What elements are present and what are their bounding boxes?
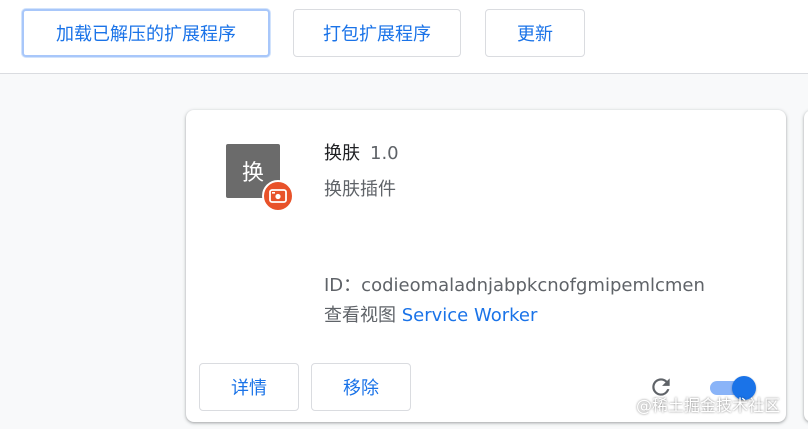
next-extension-card [804, 110, 808, 422]
inspect-views-label: 查看视图 [324, 305, 396, 326]
load-unpacked-button[interactable]: 加载已解压的扩展程序 [22, 9, 270, 57]
unpacked-badge-icon [262, 180, 294, 212]
developer-toolbar: 加载已解压的扩展程序 打包扩展程序 更新 [0, 0, 808, 74]
extension-card: 换 换肤 1.0 换肤插件 ID：codieomaladnjabpkcnofgmi… [186, 110, 786, 422]
details-button[interactable]: 详情 [199, 363, 299, 411]
inspect-views: 查看视图 Service Worker [324, 301, 537, 327]
remove-button[interactable]: 移除 [311, 363, 411, 411]
update-button[interactable]: 更新 [485, 9, 585, 57]
extension-name-text: 换肤 [324, 143, 360, 164]
extension-id: ID：codieomaladnjabpkcnofgmipemlcmen [324, 275, 705, 296]
watermark: @稀土掘金技术社区 [636, 396, 781, 415]
extension-version: 1.0 [370, 143, 399, 164]
extension-icon-text: 换 [241, 161, 264, 186]
badge-glyph-icon [269, 189, 287, 203]
extension-description: 换肤插件 [324, 179, 396, 200]
service-worker-link[interactable]: Service Worker [402, 305, 538, 326]
pack-extension-button[interactable]: 打包扩展程序 [293, 9, 461, 57]
extension-name: 换肤 1.0 [324, 139, 399, 165]
